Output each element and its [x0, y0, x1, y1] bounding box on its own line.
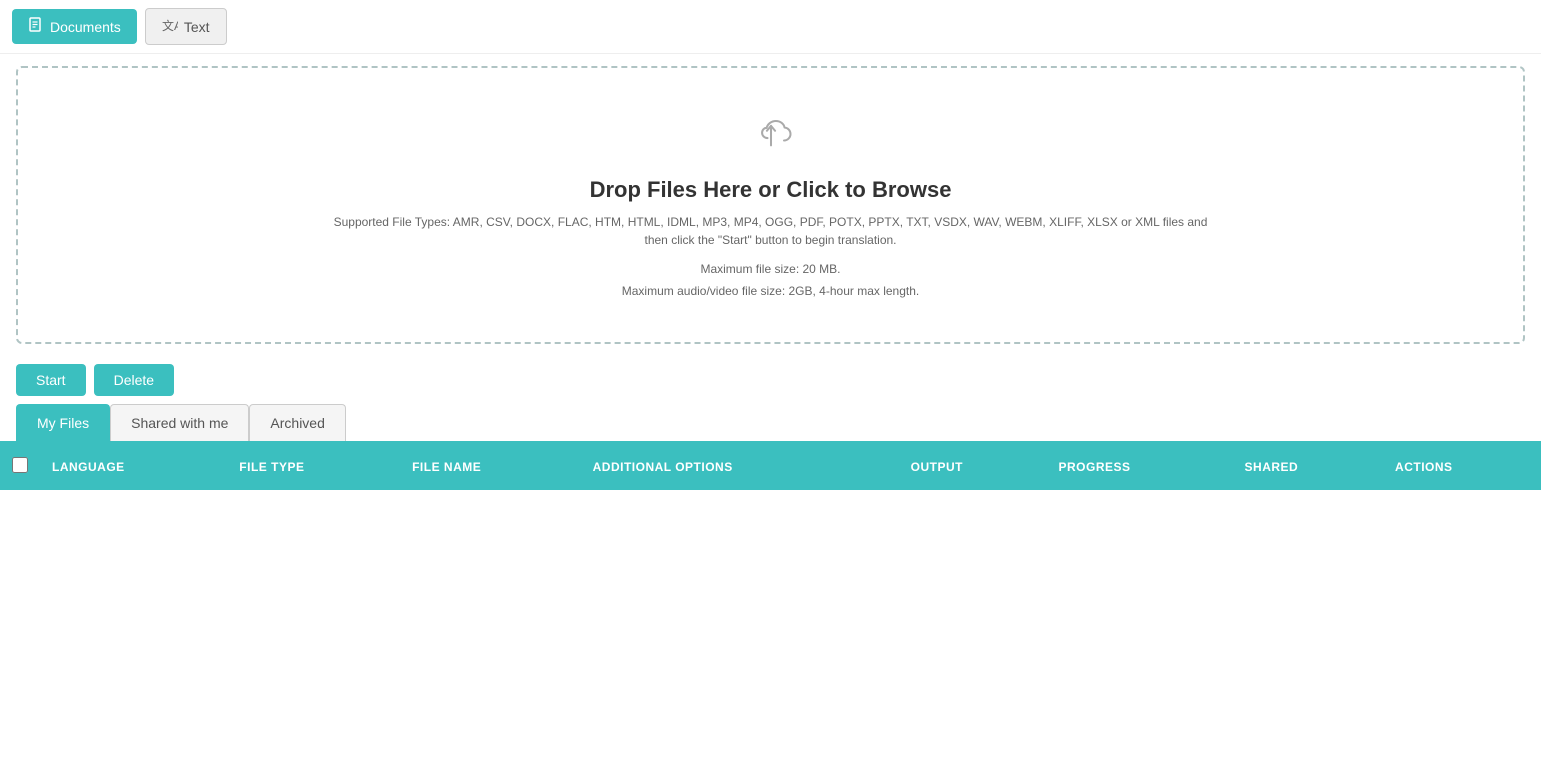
max-audio-size: Maximum audio/video file size: 2GB, 4-ho… [622, 281, 919, 303]
document-icon [28, 17, 44, 36]
max-file-size: Maximum file size: 20 MB. [622, 259, 919, 281]
documents-label: Documents [50, 19, 121, 35]
progress-header: PROGRESS [1047, 443, 1233, 490]
action-buttons: Start Delete [0, 356, 1541, 404]
documents-button[interactable]: Documents [12, 9, 137, 44]
drop-title: Drop Files Here or Click to Browse [590, 177, 952, 203]
shared-header: SHARED [1233, 443, 1383, 490]
text-label: Text [184, 19, 210, 35]
drop-limits: Maximum file size: 20 MB. Maximum audio/… [622, 259, 919, 302]
table-header-row: LANGUAGE FILE TYPE FILE NAME ADDITIONAL … [0, 443, 1541, 490]
tab-my-files[interactable]: My Files [16, 404, 110, 441]
file-type-header: FILE TYPE [227, 443, 400, 490]
file-name-header: FILE NAME [400, 443, 581, 490]
svg-text:文A: 文A [162, 18, 178, 33]
translate-icon: 文A [162, 17, 178, 36]
cloud-upload-icon [745, 108, 797, 167]
drop-supported-text: Supported File Types: AMR, CSV, DOCX, FL… [321, 213, 1221, 249]
tab-archived[interactable]: Archived [249, 404, 345, 441]
delete-button[interactable]: Delete [94, 364, 174, 396]
drop-zone[interactable]: Drop Files Here or Click to Browse Suppo… [16, 66, 1525, 344]
select-all-header[interactable] [0, 443, 40, 490]
tab-archived-label: Archived [270, 415, 324, 431]
output-header: OUTPUT [899, 443, 1047, 490]
top-bar: Documents 文A Text [0, 0, 1541, 54]
actions-header: ACTIONS [1383, 443, 1541, 490]
drop-zone-wrapper: Drop Files Here or Click to Browse Suppo… [0, 54, 1541, 356]
additional-options-header: ADDITIONAL OPTIONS [581, 443, 899, 490]
tab-shared-with-me[interactable]: Shared with me [110, 404, 249, 441]
table-wrapper: LANGUAGE FILE TYPE FILE NAME ADDITIONAL … [0, 441, 1541, 490]
text-button[interactable]: 文A Text [145, 8, 227, 45]
language-header: LANGUAGE [40, 443, 227, 490]
tab-shared-with-me-label: Shared with me [131, 415, 228, 431]
tab-my-files-label: My Files [37, 415, 89, 431]
select-all-checkbox[interactable] [12, 457, 28, 473]
files-table: LANGUAGE FILE TYPE FILE NAME ADDITIONAL … [0, 443, 1541, 490]
tabs: My Files Shared with me Archived [0, 404, 1541, 441]
start-button[interactable]: Start [16, 364, 86, 396]
